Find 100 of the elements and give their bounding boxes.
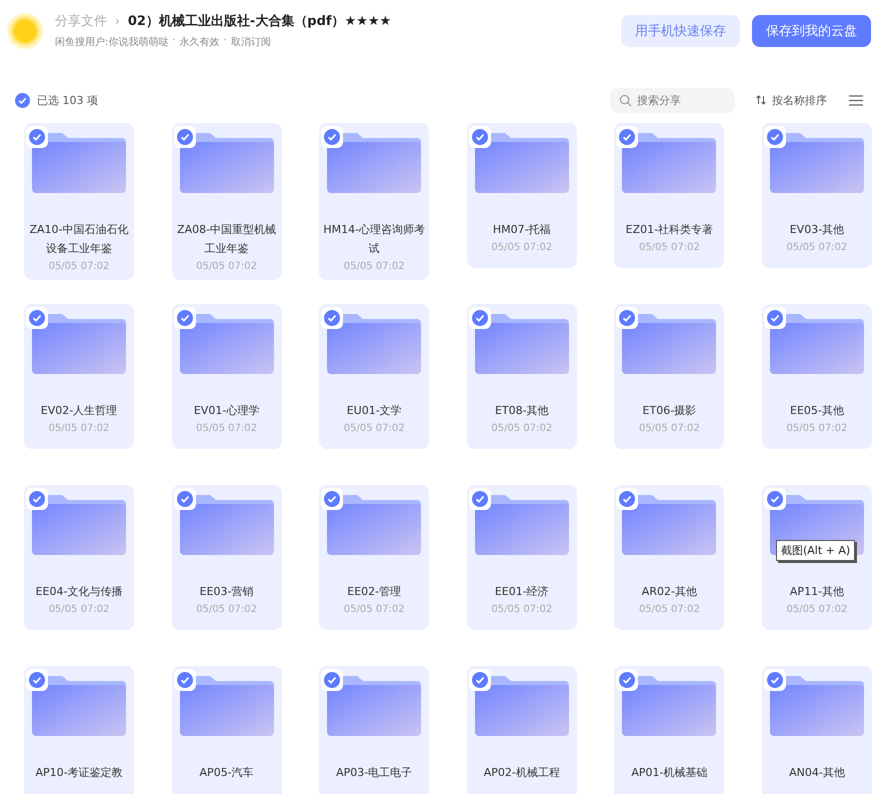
folder-card[interactable]: EZ01-社科类专著 05/05 07:02 <box>614 123 724 268</box>
folder-icon <box>622 314 716 374</box>
folder-name: HM14-心理咨询师考试 <box>322 222 426 257</box>
folder-date: 05/05 07:02 <box>48 423 110 434</box>
folder-date: 05/05 07:02 <box>491 604 552 615</box>
folder-card[interactable]: EE04-文化与传播 05/05 07:02 <box>24 485 134 630</box>
folder-date: 05/05 07:02 <box>491 423 552 434</box>
folder-date: 05/05 07:02 <box>786 242 848 253</box>
folder-card[interactable]: EE02-管理 05/05 07:02 <box>319 485 430 630</box>
folder-card[interactable]: ZA08-中国重型机械工业年鉴 05/05 07:02 <box>172 123 282 280</box>
folder-card[interactable]: EV01-心理学 05/05 07:02 <box>172 304 282 449</box>
folder-name: ZA10-中国石油石化设备工业年鉴 <box>28 222 130 257</box>
folder-date: 05/05 07:02 <box>48 604 110 615</box>
folder-name: AP03-电工电子 <box>336 765 412 781</box>
folder-name: EE05-其他 <box>790 403 844 419</box>
folder-icon <box>32 133 126 193</box>
folder-card[interactable]: EE05-其他 05/05 07:02 <box>762 304 872 449</box>
folder-name: EE02-管理 <box>347 584 402 600</box>
folder-name: AP11-其他 <box>790 584 844 600</box>
folder-icon <box>327 133 422 193</box>
folder-icon <box>32 314 126 374</box>
folder-card[interactable]: HM14-心理咨询师考试 05/05 07:02 <box>319 123 430 280</box>
share-title: 02）机械工业出版社-大合集（pdf）★★★★ <box>128 13 392 30</box>
folder-icon <box>770 133 864 193</box>
dot-separator: · <box>224 35 227 48</box>
folder-card[interactable]: AP11-其他 05/05 07:02 截图(Alt + A) <box>762 485 872 630</box>
folder-name: HM07-托福 <box>492 222 551 238</box>
folder-card[interactable]: AP10-考证鉴定教 <box>24 666 134 794</box>
folder-date: 05/05 07:02 <box>344 261 405 272</box>
folder-name: EV03-其他 <box>790 222 844 238</box>
folder-icon <box>180 676 274 736</box>
folder-name: ZA08-中国重型机械工业年鉴 <box>176 222 278 257</box>
folder-icon <box>180 133 274 193</box>
menu-icon <box>849 94 863 106</box>
unsubscribe-link[interactable]: 取消订阅 <box>230 35 271 49</box>
folder-date: 05/05 07:02 <box>196 423 257 434</box>
folder-icon <box>770 314 864 374</box>
folder-date: 05/05 07:02 <box>344 604 405 615</box>
folder-name: EV02-人生哲理 <box>40 403 118 419</box>
folder-icon <box>474 495 569 555</box>
avatar <box>7 12 43 48</box>
folder-icon <box>327 495 422 555</box>
search-field[interactable]: 搜索分享 <box>610 88 735 112</box>
selected-count: 已选 103 项 <box>37 92 99 108</box>
folder-icon <box>622 495 716 555</box>
dot-separator: · <box>172 35 176 48</box>
folder-name: AP01-机械基础 <box>631 765 708 781</box>
folder-card[interactable]: AP01-机械基础 <box>614 666 724 794</box>
folder-date: 05/05 07:02 <box>344 423 405 434</box>
folder-card[interactable]: ZA10-中国石油石化设备工业年鉴 05/05 07:02 <box>24 123 134 280</box>
folder-icon <box>32 676 126 736</box>
folder-name: EV01-心理学 <box>194 403 260 419</box>
folder-name: ET08-其他 <box>494 403 549 419</box>
sort-button[interactable]: 按名称排序 <box>755 92 827 108</box>
folder-date: 05/05 07:02 <box>638 604 700 615</box>
folder-card[interactable]: ET08-其他 05/05 07:02 <box>466 304 577 449</box>
folder-date: 05/05 07:02 <box>786 604 848 615</box>
folder-date: 05/05 07:02 <box>786 423 848 434</box>
folder-icon <box>180 495 274 555</box>
folder-date: 05/05 07:02 <box>491 242 552 253</box>
folder-card[interactable]: EV03-其他 05/05 07:02 <box>762 123 872 268</box>
folder-card[interactable]: EE01-经济 05/05 07:02 <box>466 485 577 630</box>
folder-name: AP05-汽车 <box>200 765 254 781</box>
folder-name: EE04-文化与传播 <box>36 584 122 600</box>
folder-name: EZ01-社科类专著 <box>626 222 714 238</box>
breadcrumb-separator: › <box>115 14 120 28</box>
folder-card[interactable]: EE03-营销 05/05 07:02 <box>172 485 282 630</box>
folder-card[interactable]: AP02-机械工程 <box>466 666 577 794</box>
folder-card[interactable]: AP05-汽车 <box>172 666 282 794</box>
folder-card[interactable]: EU01-文学 05/05 07:02 <box>319 304 430 449</box>
folder-name: EE03-营销 <box>200 584 254 600</box>
menu-button[interactable] <box>849 94 863 106</box>
folder-card[interactable]: ET06-摄影 05/05 07:02 <box>614 304 724 449</box>
folder-icon <box>474 676 569 736</box>
folder-name: AR02-其他 <box>642 584 697 600</box>
folder-date: 05/05 07:02 <box>48 261 110 272</box>
folder-icon <box>327 676 422 736</box>
folder-date: 05/05 07:02 <box>638 242 700 253</box>
folder-icon <box>180 314 274 374</box>
folder-name: EE01-经济 <box>494 584 549 600</box>
sort-icon <box>755 94 767 106</box>
folder-card[interactable]: AN04-其他 <box>762 666 872 794</box>
folder-name: AP02-机械工程 <box>484 765 560 781</box>
folder-name: EU01-文学 <box>346 403 402 419</box>
save-to-cloud-button[interactable]: 保存到我的云盘 <box>752 14 871 46</box>
folder-card[interactable]: AR02-其他 05/05 07:02 <box>614 485 724 630</box>
folder-icon <box>622 133 716 193</box>
folder-date: 05/05 07:02 <box>196 604 257 615</box>
folder-name: ET06-摄影 <box>642 403 696 419</box>
folder-icon <box>474 314 569 374</box>
checkbox[interactable] <box>15 92 30 108</box>
folder-icon <box>474 133 569 193</box>
folder-icon <box>327 314 422 374</box>
folder-date: 05/05 07:02 <box>638 423 700 434</box>
folder-card[interactable]: HM07-托福 05/05 07:02 <box>466 123 577 268</box>
folder-card[interactable]: AP03-电工电子 <box>319 666 430 794</box>
folder-icon <box>32 495 126 555</box>
folder-card[interactable]: EV02-人生哲理 05/05 07:02 <box>24 304 134 449</box>
folder-icon <box>770 676 864 736</box>
sharer-name: 闲鱼搜用户:你说我萌萌哒 <box>55 36 168 49</box>
